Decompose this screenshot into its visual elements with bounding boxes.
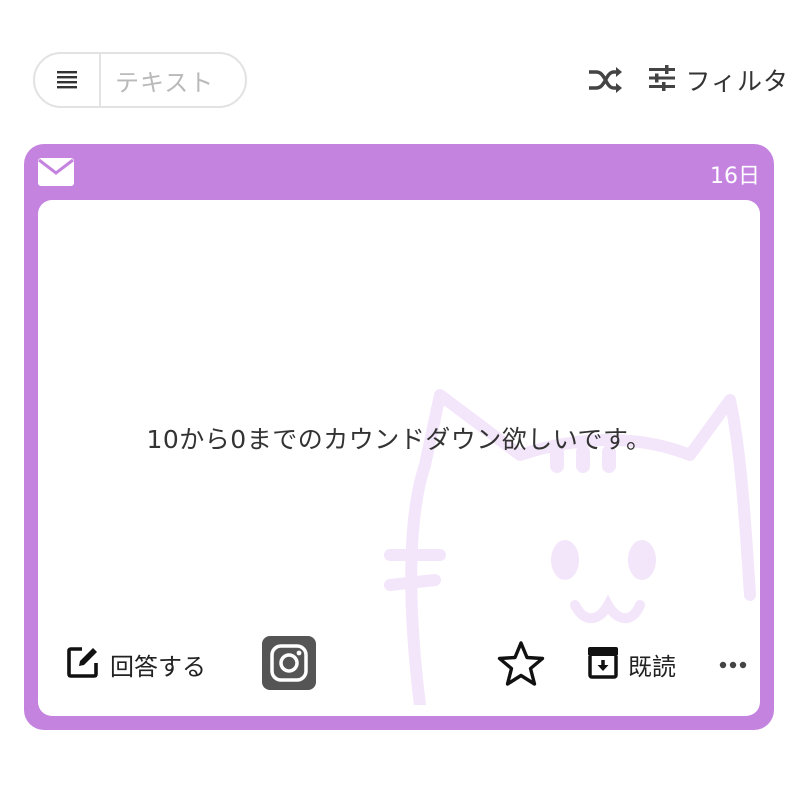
mail-icon <box>38 158 74 190</box>
favorite-button[interactable] <box>496 639 546 689</box>
filter-label: フィルタ <box>685 67 789 96</box>
answer-label: 回答する <box>110 652 206 681</box>
archive-icon <box>586 645 620 683</box>
more-button[interactable] <box>718 648 748 678</box>
instagram-icon <box>262 636 316 694</box>
answer-button[interactable]: 回答する <box>66 636 206 692</box>
mark-read-button[interactable]: 既読 <box>586 636 676 692</box>
filter-button[interactable]: フィルタ <box>647 62 789 98</box>
star-icon <box>496 641 546 693</box>
read-label: 既読 <box>628 652 676 681</box>
card-date: 16日 <box>710 164 760 189</box>
more-icon <box>719 654 747 673</box>
list-icon[interactable] <box>35 54 101 106</box>
view-toggle[interactable]: テキスト <box>33 52 247 108</box>
message-text: 10から0までのカウンドダウン欲しいです。 <box>146 425 652 454</box>
text-view-option[interactable]: テキスト <box>101 63 245 98</box>
instagram-button[interactable] <box>262 636 316 690</box>
sliders-icon <box>647 64 677 96</box>
shuffle-icon[interactable] <box>585 60 625 100</box>
card-actions: 回答する 既読 <box>38 636 760 692</box>
message-card: 16日 10から0までのカウンドダウン欲しいです。 回答する 既読 <box>24 144 774 730</box>
edit-icon <box>66 645 100 683</box>
card-body: 10から0までのカウンドダウン欲しいです。 回答する 既読 <box>38 200 760 716</box>
toolbar-right: フィルタ <box>585 58 789 102</box>
